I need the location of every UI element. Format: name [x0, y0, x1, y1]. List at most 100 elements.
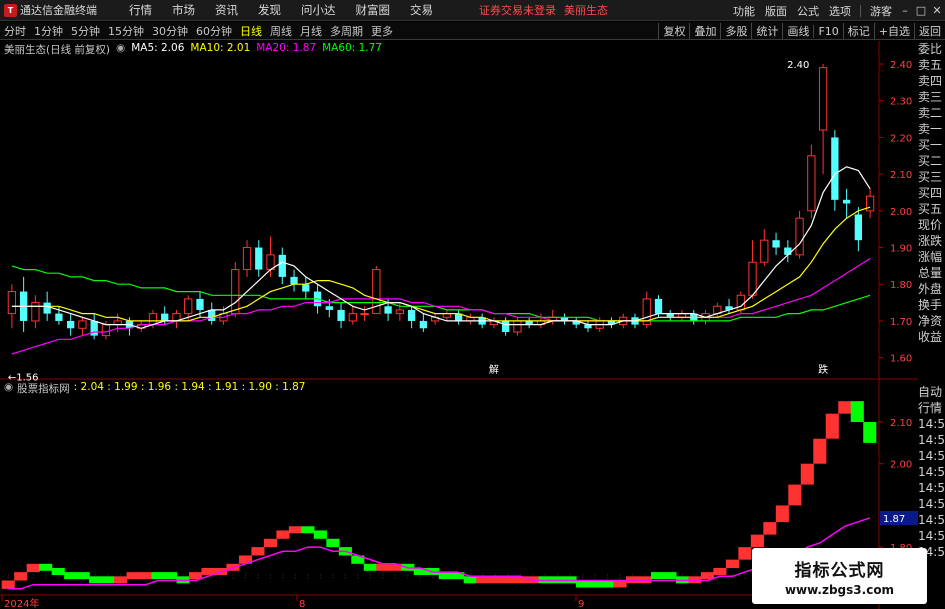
candle-body-up	[513, 320, 522, 333]
f10-button[interactable]: F10	[813, 24, 842, 38]
signal-marker-1: 解	[489, 363, 499, 376]
indicator-block-up	[700, 572, 714, 580]
close-icon[interactable]: ✕	[929, 3, 945, 19]
ma5-value: MA5: 2.06	[131, 42, 185, 54]
mark-button[interactable]: 标记	[842, 23, 874, 39]
quote-panel-item[interactable]: 收益	[918, 329, 945, 345]
y-tick-label: 1.70	[890, 317, 912, 328]
quote-panel-item[interactable]: 换手	[918, 297, 945, 313]
y-tick-label: 2.10	[890, 418, 912, 429]
period-tab-15min[interactable]: 15分钟	[104, 23, 148, 39]
quote-panel-item[interactable]: 涨跌	[918, 233, 945, 249]
period-tab-5min[interactable]: 5分钟	[67, 23, 104, 39]
period-toolbar: 分时 1分钟 5分钟 15分钟 30分钟 60分钟 日线 周线 月线 多周期 更…	[0, 22, 945, 40]
indicator-block-down	[301, 526, 315, 534]
y-tick-label: 2.00	[890, 207, 912, 218]
candle-body-down	[43, 302, 51, 314]
menu-item-discover[interactable]: 发现	[248, 2, 291, 18]
indicator-block-up	[263, 538, 277, 548]
quote-panel-item[interactable]: 买四	[918, 185, 945, 201]
period-tab-intraday[interactable]: 分时	[0, 23, 30, 39]
quote-panel-item[interactable]: 委比	[918, 41, 945, 57]
menu-item-market[interactable]: 市场	[162, 2, 205, 18]
indicator-block-up	[725, 559, 739, 568]
quote-panel-item[interactable]: 买二	[918, 153, 945, 169]
period-tab-weekly[interactable]: 周线	[266, 23, 296, 39]
tick-panel-item[interactable]: 14:50	[918, 480, 945, 496]
adjust-button[interactable]: 复权	[658, 23, 689, 39]
menu-item-wealth[interactable]: 财富圈	[346, 2, 401, 18]
menu-layout[interactable]: 版面	[760, 3, 792, 19]
kline-chart[interactable]: 2.40 2.30 2.20 2.10 2.00 1.90 1.80 1.70 1.60 2.1…	[0, 41, 918, 609]
tick-panel-item[interactable]: 14:50	[918, 416, 945, 432]
quote-panel-item[interactable]: 买一	[918, 137, 945, 153]
ma60-line	[11, 265, 871, 322]
quote-panel-item[interactable]: 现价	[918, 217, 945, 233]
minimize-icon[interactable]: –	[897, 3, 913, 19]
indicator-block-down	[576, 580, 590, 588]
menu-formula[interactable]: 公式	[792, 3, 824, 19]
period-tab-daily[interactable]: 日线	[236, 23, 266, 39]
tick-panel-item[interactable]: 14:50	[918, 512, 945, 528]
candle-body-up	[348, 313, 357, 322]
period-tab-30min[interactable]: 30分钟	[148, 23, 192, 39]
indicator-block-up	[288, 526, 302, 534]
tick-panel-item[interactable]: 自动	[918, 384, 945, 400]
quote-panel-item[interactable]: 卖三	[918, 89, 945, 105]
stats-button[interactable]: 统计	[751, 23, 782, 39]
tick-panel-item[interactable]: 14:50	[918, 448, 945, 464]
guest-label[interactable]: 游客	[865, 3, 897, 19]
add-watchlist-button[interactable]: +自选	[873, 23, 914, 39]
y-tick-label: 2.00	[890, 460, 912, 471]
back-button[interactable]: 返回	[914, 23, 945, 39]
quote-panel-item[interactable]: 卖四	[918, 73, 945, 89]
y-tick-label: 2.10	[890, 170, 912, 181]
tick-panel-item[interactable]: 14:50	[918, 496, 945, 512]
indicator-block-up	[750, 534, 764, 548]
period-tab-monthly[interactable]: 月线	[296, 23, 326, 39]
tick-panel-item[interactable]: 行情	[918, 400, 945, 416]
menu-item-quotes[interactable]: 行情	[119, 2, 162, 18]
tick-panel-item[interactable]: 14:50	[918, 464, 945, 480]
period-tab-1min[interactable]: 1分钟	[30, 23, 67, 39]
ma10-value: MA10: 2.01	[190, 42, 251, 54]
draw-line-button[interactable]: 画线	[782, 23, 813, 39]
settings-icon[interactable]: ◉	[116, 42, 125, 57]
candle-body-down	[502, 320, 510, 332]
indicator-block-up	[813, 438, 827, 464]
quote-panel-item[interactable]: 总量	[918, 265, 945, 281]
period-tab-multi[interactable]: 多周期	[326, 23, 367, 39]
indicator-block-down	[101, 576, 115, 584]
candle-body-down	[67, 320, 75, 329]
x-tick-label: 9	[578, 599, 584, 609]
quote-panel-item[interactable]: 买三	[918, 169, 945, 185]
y-tick-label: 1.90	[890, 244, 912, 255]
quote-panel-item[interactable]: 净资	[918, 313, 945, 329]
quote-panel-item[interactable]: 卖五	[918, 57, 945, 73]
trade-login-notice[interactable]: 证券交易未登录	[479, 2, 556, 18]
menu-item-news[interactable]: 资讯	[205, 2, 248, 18]
maximize-icon[interactable]: □	[913, 3, 929, 19]
indicator-block-up	[825, 413, 839, 439]
quote-panel-item[interactable]: 卖二	[918, 105, 945, 121]
menu-item-ask[interactable]: 问小达	[291, 2, 346, 18]
quote-panel-item[interactable]: 涨幅	[918, 249, 945, 265]
indicator-settings-icon[interactable]: ◉	[4, 381, 13, 396]
period-tab-60min[interactable]: 60分钟	[192, 23, 236, 39]
watermark-url: www.zbgs3.com	[784, 582, 895, 597]
overlay-button[interactable]: 叠加	[689, 23, 720, 39]
menu-function[interactable]: 功能	[728, 3, 760, 19]
tick-panel-item[interactable]: 14:50	[918, 528, 945, 544]
period-tab-more[interactable]: 更多	[367, 23, 397, 39]
menu-options[interactable]: 选项	[824, 3, 856, 19]
ma60-value: MA60: 1.77	[322, 42, 382, 54]
indicator-block-up	[201, 567, 215, 575]
quote-panel-item[interactable]: 外盘	[918, 281, 945, 297]
multi-stock-button[interactable]: 多股	[720, 23, 751, 39]
candle-body-up	[818, 67, 828, 131]
tick-panel-item[interactable]: 14:50	[918, 432, 945, 448]
quote-panel-item[interactable]: 买五	[918, 201, 945, 217]
watermark-title: 指标公式网	[794, 560, 885, 581]
menu-item-trade[interactable]: 交易	[400, 2, 443, 18]
quote-panel-item[interactable]: 卖一	[918, 121, 945, 137]
